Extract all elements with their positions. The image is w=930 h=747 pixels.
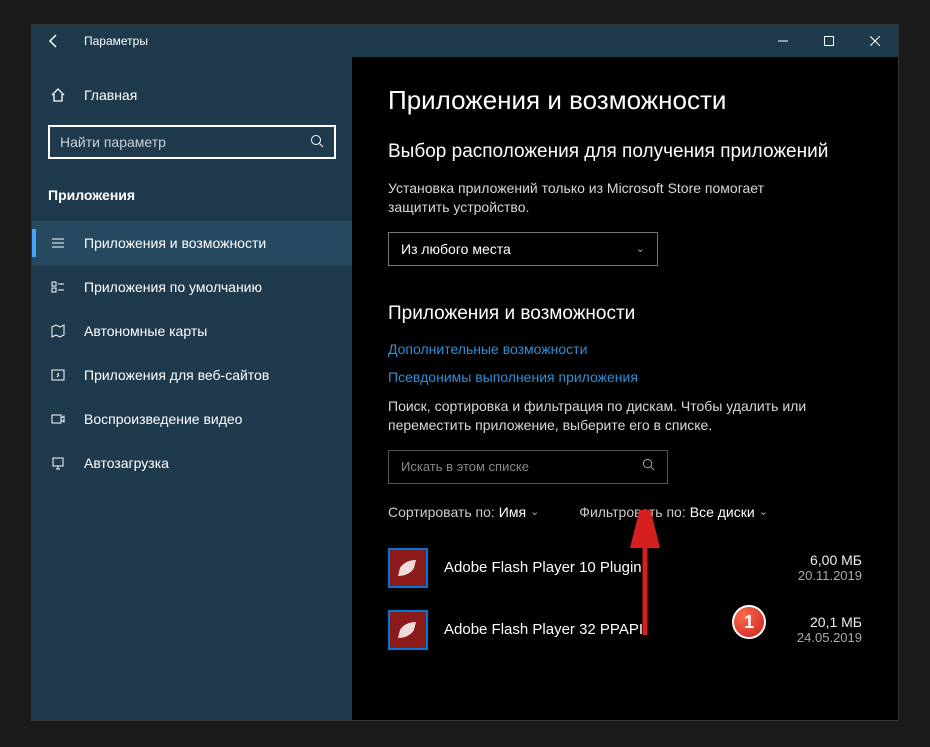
section-install-source-desc: Установка приложений только из Microsoft… (388, 179, 828, 218)
settings-window: Параметры Главная Приложения Приложения … (32, 25, 898, 720)
home-label: Главная (84, 87, 137, 103)
filter-by-control[interactable]: Фильтровать по: Все диски ⌄ (579, 504, 768, 520)
sort-value: Имя (499, 504, 526, 520)
close-icon (870, 36, 880, 46)
minimize-button[interactable] (760, 25, 806, 57)
chevron-down-icon: ⌄ (759, 505, 768, 518)
section-apps-title: Приложения и возможности (388, 302, 862, 327)
nav-label: Приложения и возможности (84, 235, 266, 251)
window-title: Параметры (76, 34, 148, 48)
chevron-down-icon: ⌄ (530, 505, 539, 518)
optional-features-link[interactable]: Дополнительные возможности (388, 341, 862, 357)
list-icon (48, 235, 68, 251)
install-source-dropdown[interactable]: Из любого места ⌄ (388, 232, 658, 266)
close-button[interactable] (852, 25, 898, 57)
search-icon (642, 458, 655, 476)
content-area: Главная Приложения Приложения и возможно… (32, 57, 898, 720)
app-name: Adobe Flash Player 32 PPAPI (444, 621, 797, 638)
nav-apps-features[interactable]: Приложения и возможности (32, 221, 352, 265)
nav-apps-websites[interactable]: Приложения для веб-сайтов (32, 353, 352, 397)
home-icon (48, 87, 68, 103)
website-icon (48, 367, 68, 383)
app-icon (388, 548, 428, 588)
app-list-item[interactable]: Adobe Flash Player 32 PPAPI 20,1 МБ 24.0… (388, 602, 862, 658)
nav-label: Автономные карты (84, 323, 207, 339)
app-date: 24.05.2019 (797, 630, 862, 645)
maximize-icon (824, 36, 834, 46)
execution-aliases-link[interactable]: Псевдонимы выполнения приложения (388, 369, 862, 385)
main-panel: Приложения и возможности Выбор расположе… (352, 57, 898, 720)
nav-offline-maps[interactable]: Автономные карты (32, 309, 352, 353)
app-size: 6,00 МБ (798, 552, 862, 568)
app-list-search[interactable] (388, 450, 668, 484)
page-title: Приложения и возможности (388, 85, 862, 116)
sidebar: Главная Приложения Приложения и возможно… (32, 57, 352, 720)
app-meta: 20,1 МБ 24.05.2019 (797, 614, 862, 645)
startup-icon (48, 455, 68, 471)
category-header: Приложения (32, 179, 352, 221)
app-list-desc: Поиск, сортировка и фильтрация по дискам… (388, 397, 828, 436)
nav-label: Автозагрузка (84, 455, 169, 471)
app-list-search-input[interactable] (401, 459, 642, 474)
chevron-down-icon: ⌄ (636, 242, 645, 255)
search-icon (310, 134, 324, 151)
sidebar-search-input[interactable] (60, 134, 310, 150)
nav-label: Приложения для веб-сайтов (84, 367, 269, 383)
app-name: Adobe Flash Player 10 Plugin (444, 559, 798, 576)
sidebar-search[interactable] (48, 125, 336, 159)
sort-filter-row: Сортировать по: Имя ⌄ Фильтровать по: Вс… (388, 504, 862, 520)
sort-by-control[interactable]: Сортировать по: Имя ⌄ (388, 504, 539, 520)
section-install-source-title: Выбор расположения для получения приложе… (388, 140, 862, 165)
dropdown-value: Из любого места (401, 241, 511, 257)
app-date: 20.11.2019 (798, 568, 862, 583)
defaults-icon (48, 279, 68, 295)
nav-default-apps[interactable]: Приложения по умолчанию (32, 265, 352, 309)
titlebar: Параметры (32, 25, 898, 57)
sort-label: Сортировать по: (388, 504, 495, 520)
arrow-left-icon (46, 33, 62, 49)
app-list-item[interactable]: Adobe Flash Player 10 Plugin 6,00 МБ 20.… (388, 540, 862, 596)
nav-label: Воспроизведение видео (84, 411, 242, 427)
nav-video-playback[interactable]: Воспроизведение видео (32, 397, 352, 441)
app-size: 20,1 МБ (797, 614, 862, 630)
back-button[interactable] (32, 25, 76, 57)
video-icon (48, 411, 68, 427)
home-link[interactable]: Главная (32, 77, 352, 113)
map-icon (48, 323, 68, 339)
filter-label: Фильтровать по: (579, 504, 685, 520)
app-icon (388, 610, 428, 650)
app-meta: 6,00 МБ 20.11.2019 (798, 552, 862, 583)
nav-label: Приложения по умолчанию (84, 279, 262, 295)
nav-startup[interactable]: Автозагрузка (32, 441, 352, 485)
filter-value: Все диски (690, 504, 755, 520)
minimize-icon (778, 36, 788, 46)
maximize-button[interactable] (806, 25, 852, 57)
window-controls (760, 25, 898, 57)
